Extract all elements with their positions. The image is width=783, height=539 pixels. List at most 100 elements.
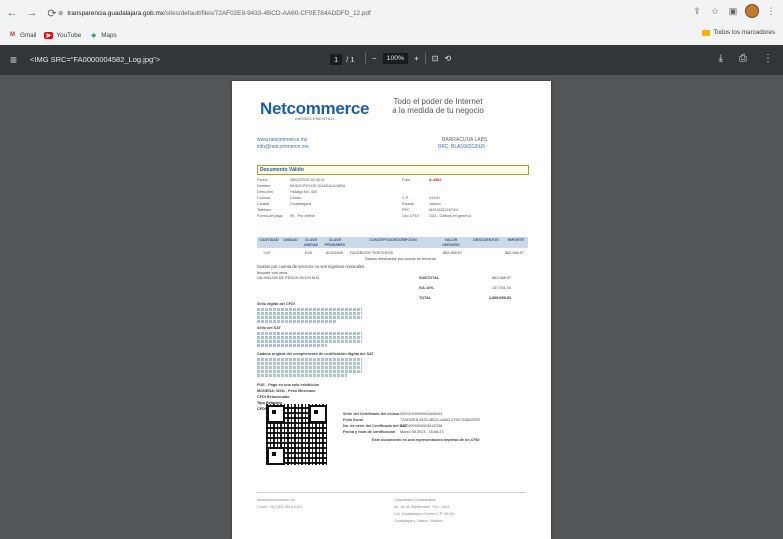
address-bar[interactable]: ⊕ transparencia.guadalajara.gob.mx /site… — [58, 5, 371, 21]
print-icon[interactable]: ⎙ — [739, 53, 747, 64]
row-concepto: FACEBOOK TERCEROS — [350, 251, 393, 255]
bookmark-label: Gmail — [20, 31, 37, 39]
fecha-value: 28/02/2023 10:08:21 — [290, 178, 325, 182]
bookmark-gmail[interactable]: M Gmail — [8, 32, 36, 39]
bookmarks-bar: M Gmail ▶ YouTube ◆ Maps Todos los marca… — [0, 26, 783, 44]
colonia-value: Centro — [290, 196, 302, 200]
all-bookmarks-label: Todos los marcadores — [713, 29, 775, 36]
total-label: TOTAL — [419, 296, 432, 300]
direccion-value: Hidalgo No. 400 — [290, 190, 318, 194]
url-host: transparencia.guadalajara.gob.mx — [67, 9, 164, 17]
all-bookmarks[interactable]: Todos los marcadores — [702, 29, 775, 36]
col-importe: IMPORTE — [507, 238, 525, 242]
sello-cfdi-text — [257, 320, 337, 323]
bookmark-youtube[interactable]: ▶ YouTube — [44, 31, 82, 39]
footer-divider — [257, 492, 526, 493]
bookmark-maps[interactable]: ◆ Maps — [89, 32, 116, 39]
uso-value: G03 - Gastos en general — [429, 214, 471, 218]
divider — [365, 52, 366, 64]
valid-document-banner: Documento Válido — [257, 165, 529, 175]
folio-label: Folio — [402, 178, 411, 182]
cp-label: C.P. — [402, 196, 409, 200]
folio-value: A-4582 — [429, 178, 442, 182]
telefono-label: Teléfono — [257, 208, 272, 212]
tagline-1: Todo el poder de Internet — [393, 97, 483, 106]
site-info-icon[interactable]: ⊕ — [58, 9, 63, 17]
colonia-label: Colonia — [257, 196, 270, 200]
url-path: /sites/default/files/72AF02E8-9433-4BCD-… — [164, 9, 371, 17]
divider — [424, 52, 426, 64]
sello-cfdi-text — [257, 312, 362, 315]
cfdi-rel-label: CFDI Relacionado — [257, 395, 290, 399]
pdf-title: <IMG SRC="FA0000004582_Log.jpg"> — [30, 55, 161, 64]
cert-label: No. de serie del Certificado del SAT — [343, 424, 407, 428]
cert-value: 00001000000504846444 — [400, 412, 443, 416]
gmail-icon: M — [10, 32, 15, 38]
share-icon[interactable]: ⇪ — [691, 4, 703, 18]
back-icon[interactable]: ← — [4, 5, 20, 21]
menu-dots-icon[interactable]: ⋮ — [765, 4, 777, 18]
star-icon[interactable]: ☆ — [709, 4, 721, 18]
download-icon[interactable]: ⤓ — [719, 53, 723, 64]
sello-cfdi-text — [257, 308, 362, 311]
footer-address: Guadalajara, Jalisco. México — [394, 519, 443, 523]
row-cantidad: 1.00 — [263, 251, 271, 255]
tagline-2: a la medida de tu negocio — [392, 106, 484, 115]
zoom-out-icon[interactable]: − — [372, 54, 377, 63]
valid-label: Documento Válido — [260, 167, 304, 173]
bookmark-label: YouTube — [56, 31, 82, 39]
more-icon[interactable]: ⋮ — [763, 53, 773, 64]
subtotal-value: 862,068.97 — [492, 276, 512, 280]
sello-sat-text — [257, 340, 362, 343]
uso-label: Uso CFDI — [402, 214, 419, 218]
col-valor-unitario: VALOR UNITARIO — [442, 238, 460, 247]
fecha-label: Fecha — [257, 178, 268, 182]
page-indicator: 1 / 1 — [330, 54, 355, 65]
forma-value: 99 - Por definir — [290, 214, 315, 218]
col-unidad: UNIDAD — [283, 238, 298, 242]
cert-label: Folio fiscal — [343, 418, 363, 422]
issuer-rfc: RFC: BLA100312IU5 — [438, 144, 485, 150]
forma-label: Forma de pago — [257, 214, 283, 218]
nombre-value: MUNICIPIO DE GUADALAJARA — [290, 184, 346, 188]
hamburger-menu-icon[interactable]: ≡ — [10, 53, 17, 67]
folder-icon — [702, 29, 711, 36]
cert-value: 72AF02E8-9433-4BCD-AA60-CF0E784ADDFD — [400, 418, 480, 422]
zoom-in-icon[interactable]: + — [414, 54, 419, 63]
cp-value: 44100 — [429, 196, 440, 200]
nombre-label: Nombre — [257, 184, 271, 188]
maps-icon: ◆ — [91, 32, 97, 39]
browser-chrome: ← → ⟳ ⊕ transparencia.guadalajara.gob.mx… — [0, 0, 783, 45]
zoom-input[interactable]: 100% — [382, 52, 409, 64]
fit-page-icon[interactable]: ⊡ — [432, 54, 439, 63]
ciudad-value: Guadalajara — [290, 202, 311, 206]
footer-address: Av. 16 de Septiembre 730 - 1403 — [394, 505, 450, 509]
col-clave-prodserv: CLAVE PRODSERV — [324, 238, 346, 247]
sello-sat-text — [257, 344, 327, 347]
footer-web: www.netcommerce.mx — [257, 498, 296, 502]
items-table-header: CANTIDAD UNIDAD CLAVE UNIDAD CLAVE PRODS… — [257, 237, 528, 248]
pdf-actions: ⤓ ⎙ ⋮ — [719, 53, 773, 64]
col-concepto: CONCEPTO/DESCRIPCION — [369, 238, 417, 242]
moneda-label: MONEDA: MXN - Peso Mexicano — [257, 389, 316, 393]
bookmark-label: Maps — [101, 31, 117, 39]
importe-letra: UN MILLON DE PESOS 00/100 M.N. — [257, 276, 320, 280]
footer-phone: Conm: +52 (33) 3614 0101 — [257, 505, 303, 509]
sello-sat-label: Sello del SAT — [257, 326, 281, 330]
page-input[interactable]: 1 — [330, 54, 343, 65]
rfc-label: RFC — [402, 208, 410, 212]
youtube-icon: ▶ — [44, 31, 54, 39]
qr-finder — [309, 405, 327, 423]
cadena-text — [257, 370, 362, 373]
forward-icon[interactable]: → — [24, 5, 40, 21]
sidepanel-icon[interactable]: ▣ — [727, 4, 739, 18]
cadena-text — [257, 366, 362, 369]
footer-address: Corporativo Guadalajara — [394, 498, 436, 502]
cert-value: Marzo 08 2023 - 16:58:23 — [400, 430, 444, 434]
rotate-icon[interactable]: ⟲ — [444, 54, 451, 63]
cert-value: 00001000000505142236 — [400, 424, 443, 428]
avatar[interactable] — [745, 4, 759, 18]
subtotal-label: SUBTOTAL — [419, 276, 440, 280]
sello-sat-text — [257, 332, 362, 335]
row-clave-prodserv: 82101600 — [326, 251, 343, 255]
